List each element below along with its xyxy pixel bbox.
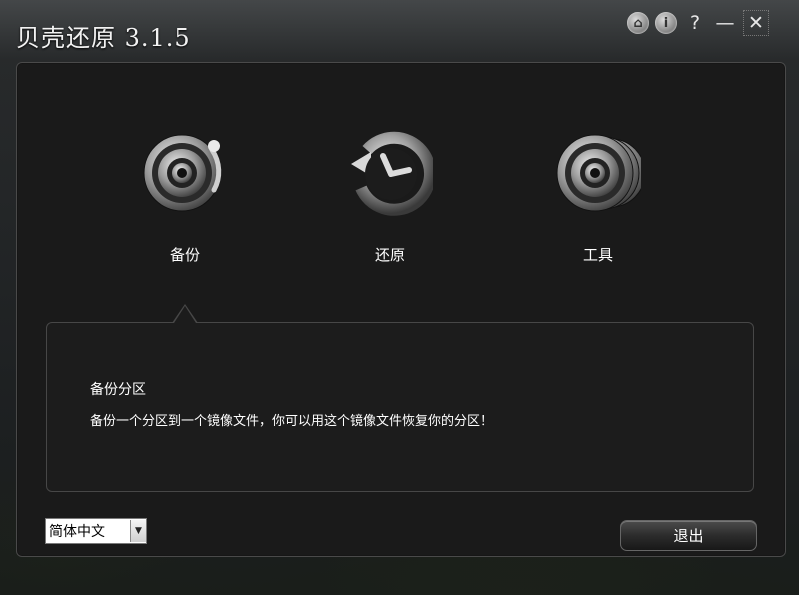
- description-panel: [46, 322, 754, 492]
- home-icon[interactable]: ⌂: [627, 12, 649, 34]
- app-window: 贝壳还原 3.1.5 ⌂ i ? — ✕ 备份 还原 工具 备份分区 备份一个分…: [0, 0, 799, 595]
- help-icon[interactable]: ?: [683, 11, 707, 35]
- close-icon[interactable]: ✕: [743, 10, 769, 36]
- backup-feature[interactable]: 备份: [125, 130, 245, 265]
- backup-label: 备份: [169, 246, 200, 264]
- restore-label: 还原: [374, 246, 405, 264]
- restore-clock-icon: [351, 131, 437, 216]
- chevron-down-icon[interactable]: ▼: [130, 520, 146, 542]
- feature-title: 备份分区: [90, 382, 146, 398]
- backup-disc-icon: [143, 134, 222, 212]
- tools-discs-icon: [556, 134, 646, 212]
- feature-description: 备份一个分区到一个镜像文件，你可以用这个镜像文件恢复你的分区！: [90, 414, 494, 429]
- restore-feature[interactable]: 还原: [330, 130, 450, 265]
- minimize-icon[interactable]: —: [713, 11, 737, 35]
- language-select[interactable]: 简体中文 ▼: [45, 518, 147, 544]
- window-title: 贝壳还原 3.1.5: [16, 24, 191, 52]
- tools-feature[interactable]: 工具: [538, 130, 658, 265]
- language-value: 简体中文: [49, 524, 105, 540]
- info-icon[interactable]: i: [655, 12, 677, 34]
- exit-button[interactable]: 退出: [620, 520, 757, 551]
- tools-label: 工具: [582, 246, 613, 264]
- title-bar-buttons: ⌂ i ? — ✕: [627, 10, 769, 36]
